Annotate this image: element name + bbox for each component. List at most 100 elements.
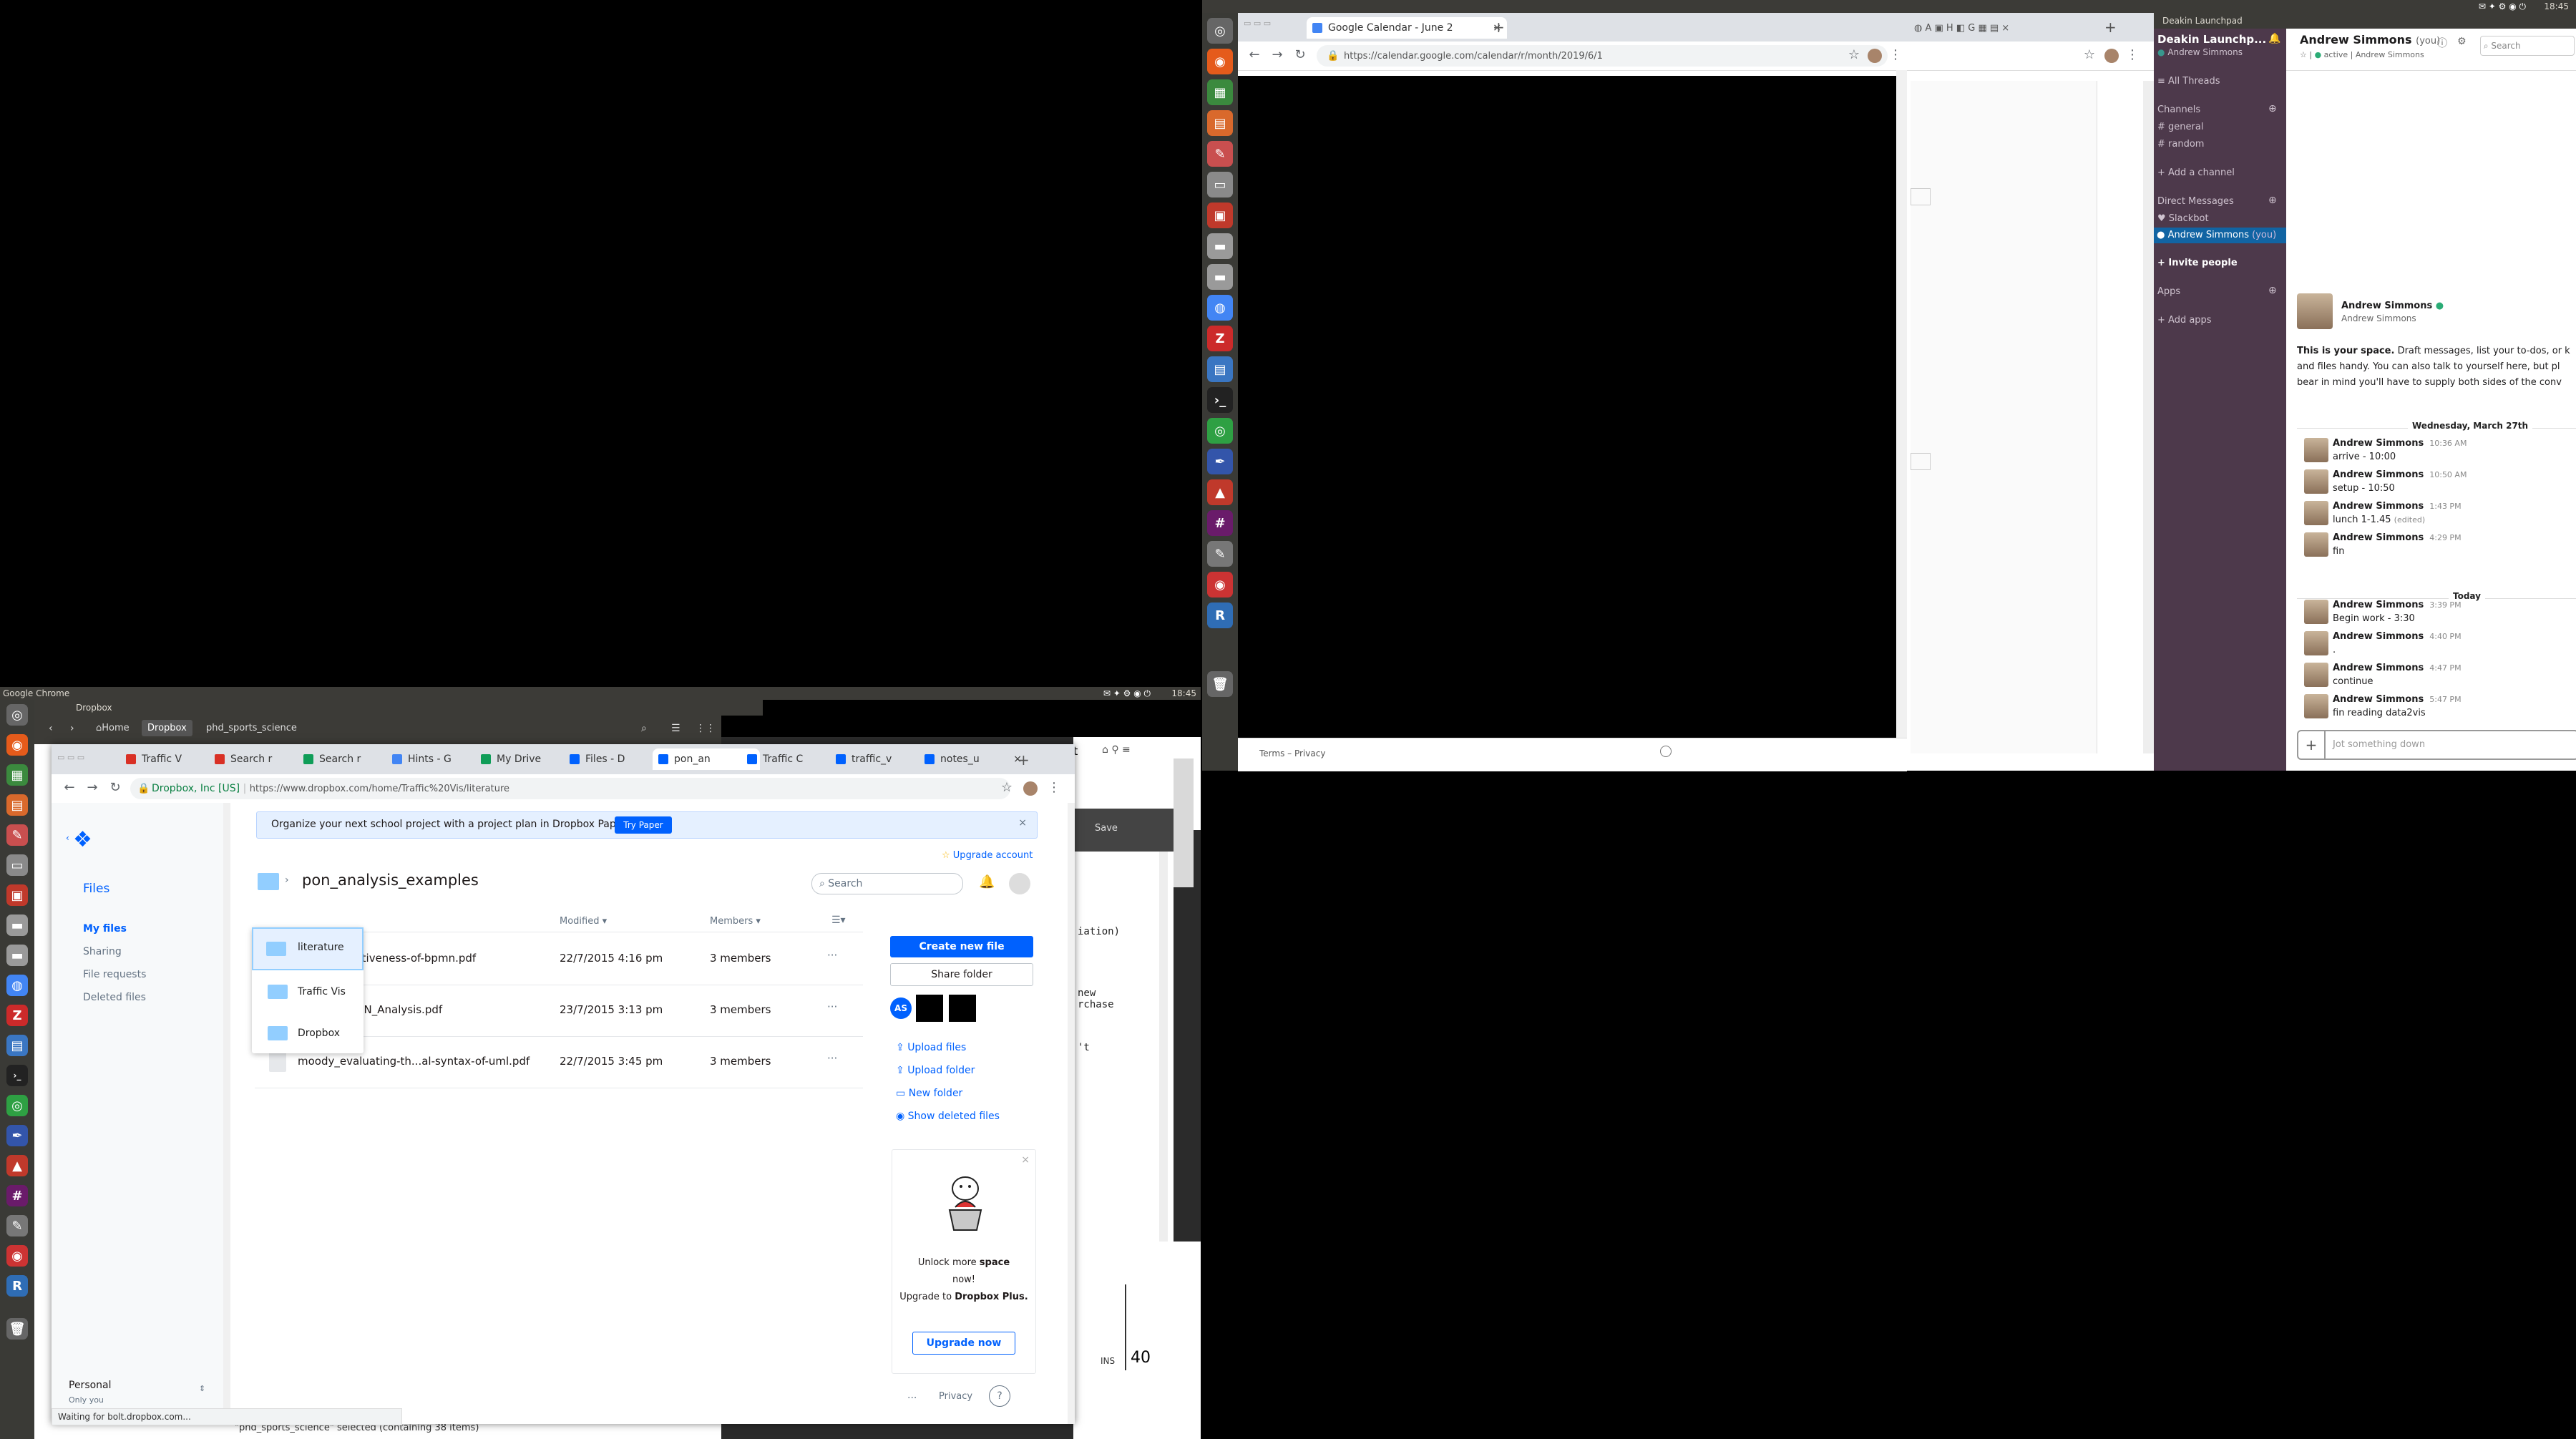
firefox-icon[interactable]: ◉ [1207,49,1233,74]
invite-people[interactable]: + Invite people [2157,258,2238,268]
editor-scrollbar[interactable] [1159,852,1168,1242]
chrome-icon[interactable]: ◍ [1207,295,1233,321]
menu-icon[interactable]: ⋮ [1885,44,1906,66]
app-icon[interactable]: ▣ [1207,203,1233,228]
add-apps[interactable]: + Add apps [2157,315,2212,326]
upgrade-now-button[interactable]: Upgrade now [912,1332,1015,1355]
channel-random[interactable]: # random [2157,139,2204,150]
channel-title[interactable]: Andrew Simmons (you) [2300,33,2440,47]
disk-icon[interactable]: ▬ [1207,233,1233,259]
pen-icon[interactable]: ✒ [1207,449,1233,474]
zotero-icon[interactable]: Z [6,1005,28,1026]
grid-app-icon[interactable]: ▲ [6,1155,28,1176]
file-members[interactable]: 3 members [710,1055,771,1068]
tools-icon[interactable]: ✎ [6,824,28,846]
editor-icons[interactable]: ⌂ ⚲ ≡ [1102,744,1131,756]
terminal-icon[interactable]: ›_ [6,1065,28,1086]
member-avatar-2[interactable] [916,995,943,1022]
calendar-url-bar[interactable]: 🔒 https://calendar.google.com/calendar/r… [1317,45,1888,67]
info-circle-icon[interactable]: ⓘ [2437,36,2447,50]
slack-icon[interactable]: # [6,1185,28,1206]
upload-files-action[interactable]: ⇪ Upload files [896,1042,966,1053]
upload-folder-action[interactable]: ⇪ Upload folder [896,1065,975,1076]
member-avatar[interactable]: AS [890,997,912,1019]
avatar[interactable] [2304,694,2328,718]
presentation-icon[interactable]: ▤ [1207,110,1233,136]
add-app-icon[interactable]: ⊕ [2268,285,2277,296]
editor-icon[interactable]: ✎ [6,1215,28,1236]
tools-icon[interactable]: ✎ [1207,141,1233,167]
help-button[interactable]: ? [989,1385,1010,1407]
help-icon[interactable]: ◉ [1207,572,1233,597]
slack-icon[interactable]: # [1207,510,1233,536]
avatar[interactable] [2304,532,2328,557]
drive-icon[interactable]: ▭ [1207,172,1233,197]
add-channel-icon[interactable]: ⊕ [2268,103,2277,114]
nav-files-title[interactable]: Files [83,882,109,896]
pen-icon[interactable]: ✒ [6,1125,28,1146]
clock[interactable]: 18:45 [2544,0,2569,13]
footer-privacy-link[interactable]: Privacy [939,1391,972,1402]
mini-tabs[interactable]: ◍ A ▣ H ◧ G ▦ ▤ × [1914,23,2009,34]
try-paper-button[interactable]: Try Paper [615,816,672,834]
file-name[interactable]: moody_evaluating-th...al-syntax-of-uml.p… [298,1055,530,1068]
tray-icons-left[interactable]: ✉ ✦ ⚙ ◉ ⏻ [1103,687,1151,700]
info-icon[interactable] [1660,746,1672,757]
all-threads[interactable]: ≡ All Threads [2157,76,2220,87]
nav-file-requests[interactable]: File requests [83,969,146,980]
share-folder-button[interactable]: Share folder [890,963,1033,986]
back-icon[interactable]: ← [1244,44,1265,66]
zotero-icon[interactable]: Z [1207,326,1233,351]
editor-save-button[interactable]: Save [1095,823,1118,834]
folder-title[interactable]: pon_analysis_examples [302,872,479,889]
back-icon[interactable]: ← [59,777,80,799]
menu-icon-2[interactable]: ⋮ [2122,44,2143,66]
avatar[interactable] [2304,631,2328,655]
attach-plus-icon[interactable]: + [2298,731,2326,758]
globe-icon[interactable]: ◎ [6,1095,28,1116]
reload-icon[interactable]: ↻ [1289,44,1311,66]
close-promo-icon[interactable]: × [1021,1154,1030,1166]
account-switch-icon[interactable]: ⇕ [199,1384,205,1393]
clock-left[interactable]: 18:45 [1171,687,1196,700]
create-new-file-button[interactable]: Create new file [890,936,1033,957]
col-modified[interactable]: Modified ▾ [560,916,607,927]
close-banner-icon[interactable]: × [1018,817,1027,829]
window-controls[interactable]: ▭ ▭ ▭ [1244,19,1271,28]
avatar[interactable] [2304,469,2328,494]
trash-icon[interactable]: 🗑 [6,1318,28,1340]
list-view-icon[interactable]: ☰ [671,723,680,734]
show-deleted-action[interactable]: ◉ Show deleted files [896,1111,1000,1122]
dm-header[interactable]: Direct Messages [2157,196,2234,207]
slack-search[interactable]: ⌕ Search [2480,36,2575,56]
dash-icon[interactable]: ◎ [6,704,28,726]
calendar-tab[interactable]: Google Calendar - June 2 × [1307,17,1507,39]
forward-icon[interactable]: → [82,777,103,799]
spreadsheet-icon[interactable]: ▦ [6,764,28,786]
member-avatar-3[interactable] [949,995,976,1022]
r-icon[interactable]: R [6,1275,28,1297]
dropbox-logo-icon[interactable]: ❖ [73,827,92,852]
new-tab-icon[interactable]: + [1493,19,1505,36]
forward-icon[interactable]: › [70,723,74,734]
new-tab-icon-2[interactable]: + [2104,19,2117,36]
star-icon[interactable]: ☆ [1843,44,1865,66]
dropbox-scrollbar[interactable] [1068,803,1075,1424]
disk-icon[interactable]: ▬ [6,914,28,936]
message-composer[interactable]: + Jot something down [2297,730,2576,760]
presentation-icon[interactable]: ▤ [6,794,28,816]
menu-icon[interactable]: ⋮ [1043,777,1065,799]
footer-more-button[interactable]: ... [907,1390,917,1401]
col-members[interactable]: Members ▾ [710,916,761,927]
writer-icon[interactable]: ▤ [1207,356,1233,382]
crumb-folder[interactable]: phd_sports_science [206,723,297,733]
back-icon[interactable]: ‹ [49,723,53,734]
nav-sharing[interactable]: Sharing [83,946,122,957]
avatar[interactable] [2304,663,2328,687]
window-controls-2[interactable]: ▭ ▭ ▭ [57,753,84,762]
second-scrollbar[interactable] [2143,81,2154,753]
search-icon[interactable]: ⌕ [641,723,647,734]
settings-gear-icon[interactable]: ⚙ [2457,36,2467,47]
editor-icon[interactable]: ✎ [1207,541,1233,567]
terminal-icon[interactable]: ›_ [1207,387,1233,413]
